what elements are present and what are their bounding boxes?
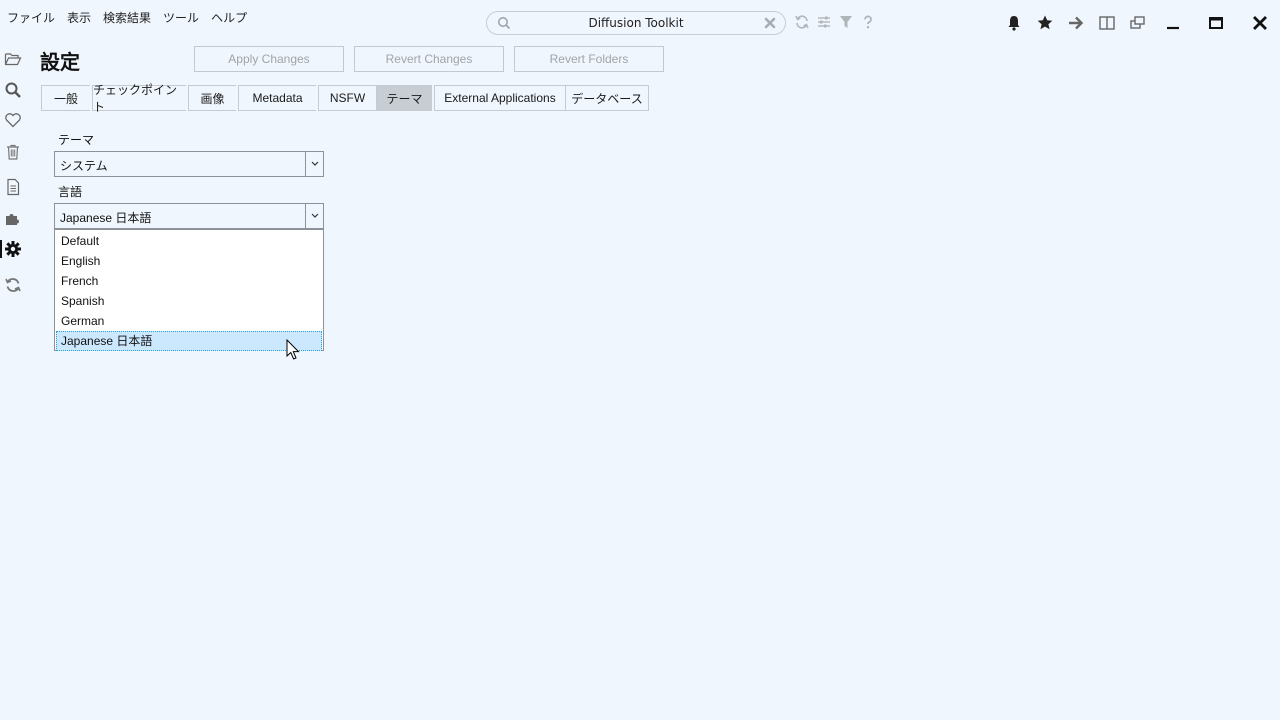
theme-select-value: システム bbox=[60, 159, 108, 173]
page-title: 設定 bbox=[40, 50, 80, 74]
sliders-icon[interactable] bbox=[816, 14, 832, 30]
active-indicator bbox=[0, 240, 2, 258]
tab-theme[interactable]: テーマ bbox=[376, 85, 432, 111]
tab-images[interactable]: 画像 bbox=[188, 85, 236, 111]
tab-nsfw[interactable]: NSFW bbox=[318, 85, 376, 111]
puzzle-icon[interactable] bbox=[4, 209, 22, 227]
sync-icon[interactable] bbox=[4, 276, 22, 294]
minimize-icon[interactable] bbox=[1162, 12, 1184, 34]
split-view-icon[interactable] bbox=[1096, 12, 1118, 34]
heart-icon[interactable] bbox=[4, 111, 22, 129]
language-option[interactable]: English bbox=[56, 251, 322, 271]
tab-general[interactable]: 一般 bbox=[41, 85, 90, 111]
language-option[interactable]: Spanish bbox=[56, 291, 322, 311]
tab-checkpoints[interactable]: チェックポイント bbox=[92, 83, 186, 114]
language-select-value: Japanese 日本語 bbox=[60, 211, 152, 225]
theme-label: テーマ bbox=[58, 133, 95, 147]
revert-folders-button[interactable]: Revert Folders bbox=[514, 46, 664, 72]
tab-database[interactable]: データベース bbox=[565, 85, 649, 111]
language-option[interactable]: German bbox=[56, 311, 322, 331]
bell-icon[interactable] bbox=[1003, 12, 1025, 34]
refresh-icon[interactable] bbox=[794, 14, 810, 30]
search-icon[interactable] bbox=[4, 81, 22, 99]
help-icon[interactable] bbox=[860, 14, 876, 30]
gear-icon[interactable] bbox=[4, 240, 22, 258]
revert-changes-button[interactable]: Revert Changes bbox=[354, 46, 504, 72]
search-input[interactable] bbox=[517, 14, 755, 32]
tab-metadata[interactable]: Metadata bbox=[238, 85, 316, 111]
apply-changes-button[interactable]: Apply Changes bbox=[194, 46, 344, 72]
arrow-right-icon[interactable] bbox=[1065, 12, 1087, 34]
menu-search-results[interactable]: 検索結果 bbox=[97, 8, 157, 28]
language-select[interactable]: Japanese 日本語 bbox=[54, 203, 324, 229]
folder-icon[interactable] bbox=[4, 50, 22, 68]
menu-bar: ファイル 表示 検索結果 ツール ヘルプ bbox=[0, 8, 253, 28]
menu-help[interactable]: ヘルプ bbox=[205, 8, 253, 28]
document-icon[interactable] bbox=[4, 178, 22, 196]
search-icon bbox=[497, 16, 511, 30]
maximize-icon[interactable] bbox=[1205, 12, 1227, 34]
filter-icon[interactable] bbox=[838, 14, 854, 30]
language-label: 言語 bbox=[58, 185, 83, 199]
popout-icon[interactable] bbox=[1127, 12, 1149, 34]
language-dropdown-list: Default English French Spanish German Ja… bbox=[54, 229, 324, 351]
menu-view[interactable]: 表示 bbox=[61, 8, 97, 28]
star-icon[interactable] bbox=[1034, 12, 1056, 34]
language-option-selected[interactable]: Japanese 日本語 bbox=[56, 331, 322, 351]
tab-external-applications[interactable]: External Applications bbox=[434, 85, 565, 111]
search-box[interactable] bbox=[486, 11, 786, 35]
mouse-cursor-icon bbox=[286, 338, 300, 361]
menu-tools[interactable]: ツール bbox=[157, 8, 205, 28]
settings-tabs: 一般 チェックポイント 画像 Metadata NSFW テーマ Externa… bbox=[41, 83, 649, 114]
language-option[interactable]: French bbox=[56, 271, 322, 291]
trash-icon[interactable] bbox=[4, 143, 22, 161]
chevron-down-icon[interactable] bbox=[305, 152, 323, 176]
close-icon[interactable] bbox=[1249, 12, 1271, 34]
theme-select[interactable]: システム bbox=[54, 151, 324, 177]
menu-file[interactable]: ファイル bbox=[0, 8, 61, 28]
chevron-down-icon[interactable] bbox=[305, 204, 323, 228]
language-option[interactable]: Default bbox=[56, 231, 322, 251]
clear-search-icon[interactable] bbox=[763, 16, 777, 30]
